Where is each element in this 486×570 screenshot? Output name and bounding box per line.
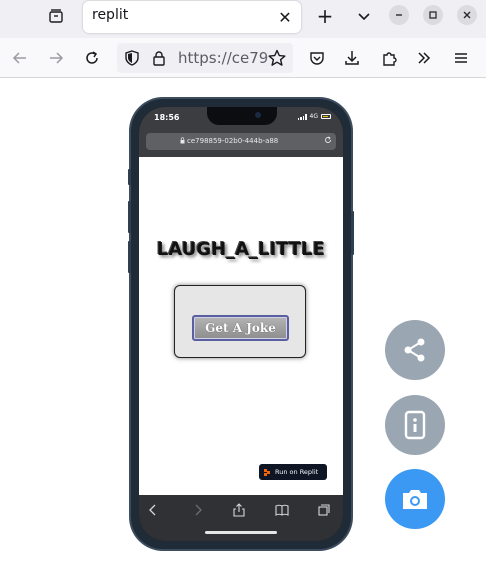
lock-icon (180, 137, 185, 144)
run-on-replit-badge[interactable]: Run on Replit (259, 464, 327, 480)
network-label: 4G (309, 113, 318, 120)
browser-tab-strip: replit ✕ + (0, 0, 486, 38)
lock-icon[interactable] (152, 50, 166, 70)
chevrons-right-icon[interactable] (411, 45, 437, 71)
book-icon[interactable] (275, 503, 289, 517)
share-icon (404, 338, 425, 362)
phone-volume-down (128, 241, 131, 273)
minimize-window-button[interactable] (389, 5, 409, 25)
back-arrow-icon[interactable] (146, 503, 160, 517)
battery-icon (321, 114, 331, 119)
tabs-icon[interactable] (317, 503, 331, 517)
forward-arrow-icon[interactable] (43, 45, 69, 71)
phone-volume-up (128, 201, 131, 233)
browser-navigation-bar: https://ce79 (0, 38, 486, 78)
forward-arrow-icon[interactable] (191, 503, 205, 517)
phone-screen: 18:56 4G ce798859-02b0-444b-a88 LAUGH_A_… (139, 107, 343, 541)
back-arrow-icon[interactable] (7, 45, 33, 71)
phone-notch (207, 107, 277, 125)
url-text: https://ce79 (178, 49, 269, 67)
phone-power-button (351, 211, 354, 255)
puzzle-icon[interactable] (376, 45, 402, 71)
phone-address-text: ce798859-02b0-444b-a88 (187, 137, 279, 145)
close-tab-icon[interactable]: ✕ (275, 7, 295, 27)
app-title: LAUGH_A_LITTLE (156, 239, 326, 260)
close-window-button[interactable] (457, 5, 477, 25)
screenshot-button[interactable] (385, 469, 445, 529)
phone-address-bar[interactable]: ce798859-02b0-444b-a88 (146, 133, 336, 150)
share-button[interactable] (385, 320, 445, 380)
status-time: 18:56 (154, 113, 180, 122)
phone-mockup: 18:56 4G ce798859-02b0-444b-a88 LAUGH_A_… (128, 99, 354, 549)
download-icon[interactable] (339, 45, 365, 71)
app-viewport: LAUGH_A_LITTLE Get A Joke Run on Replit (139, 157, 343, 495)
get-joke-button[interactable]: Get A Joke (192, 315, 289, 341)
camera-lens (255, 112, 261, 118)
badge-label: Run on Replit (275, 468, 319, 476)
pocket-icon[interactable] (304, 45, 330, 71)
tab-list-icon[interactable] (42, 4, 70, 28)
reload-icon[interactable] (79, 45, 105, 71)
joke-container: Get A Joke (174, 285, 306, 358)
device-button[interactable] (385, 395, 445, 455)
signal-icon (297, 113, 307, 120)
camera-icon (403, 490, 427, 509)
phone-side-button (128, 169, 131, 185)
maximize-window-button[interactable] (423, 5, 443, 25)
share-icon[interactable] (232, 503, 246, 517)
reload-icon[interactable] (324, 136, 332, 146)
star-icon[interactable] (264, 45, 290, 71)
new-tab-button[interactable]: + (312, 3, 338, 29)
browser-tab[interactable]: replit ✕ (83, 1, 301, 33)
shield-icon[interactable] (124, 50, 140, 70)
phone-device-icon (404, 410, 426, 440)
phone-browser-toolbar (139, 495, 343, 541)
replit-logo-icon (264, 468, 271, 476)
tab-title: replit (92, 7, 129, 23)
home-indicator (205, 531, 277, 534)
hamburger-menu-icon[interactable] (448, 45, 474, 71)
chevron-down-icon[interactable] (351, 3, 377, 29)
